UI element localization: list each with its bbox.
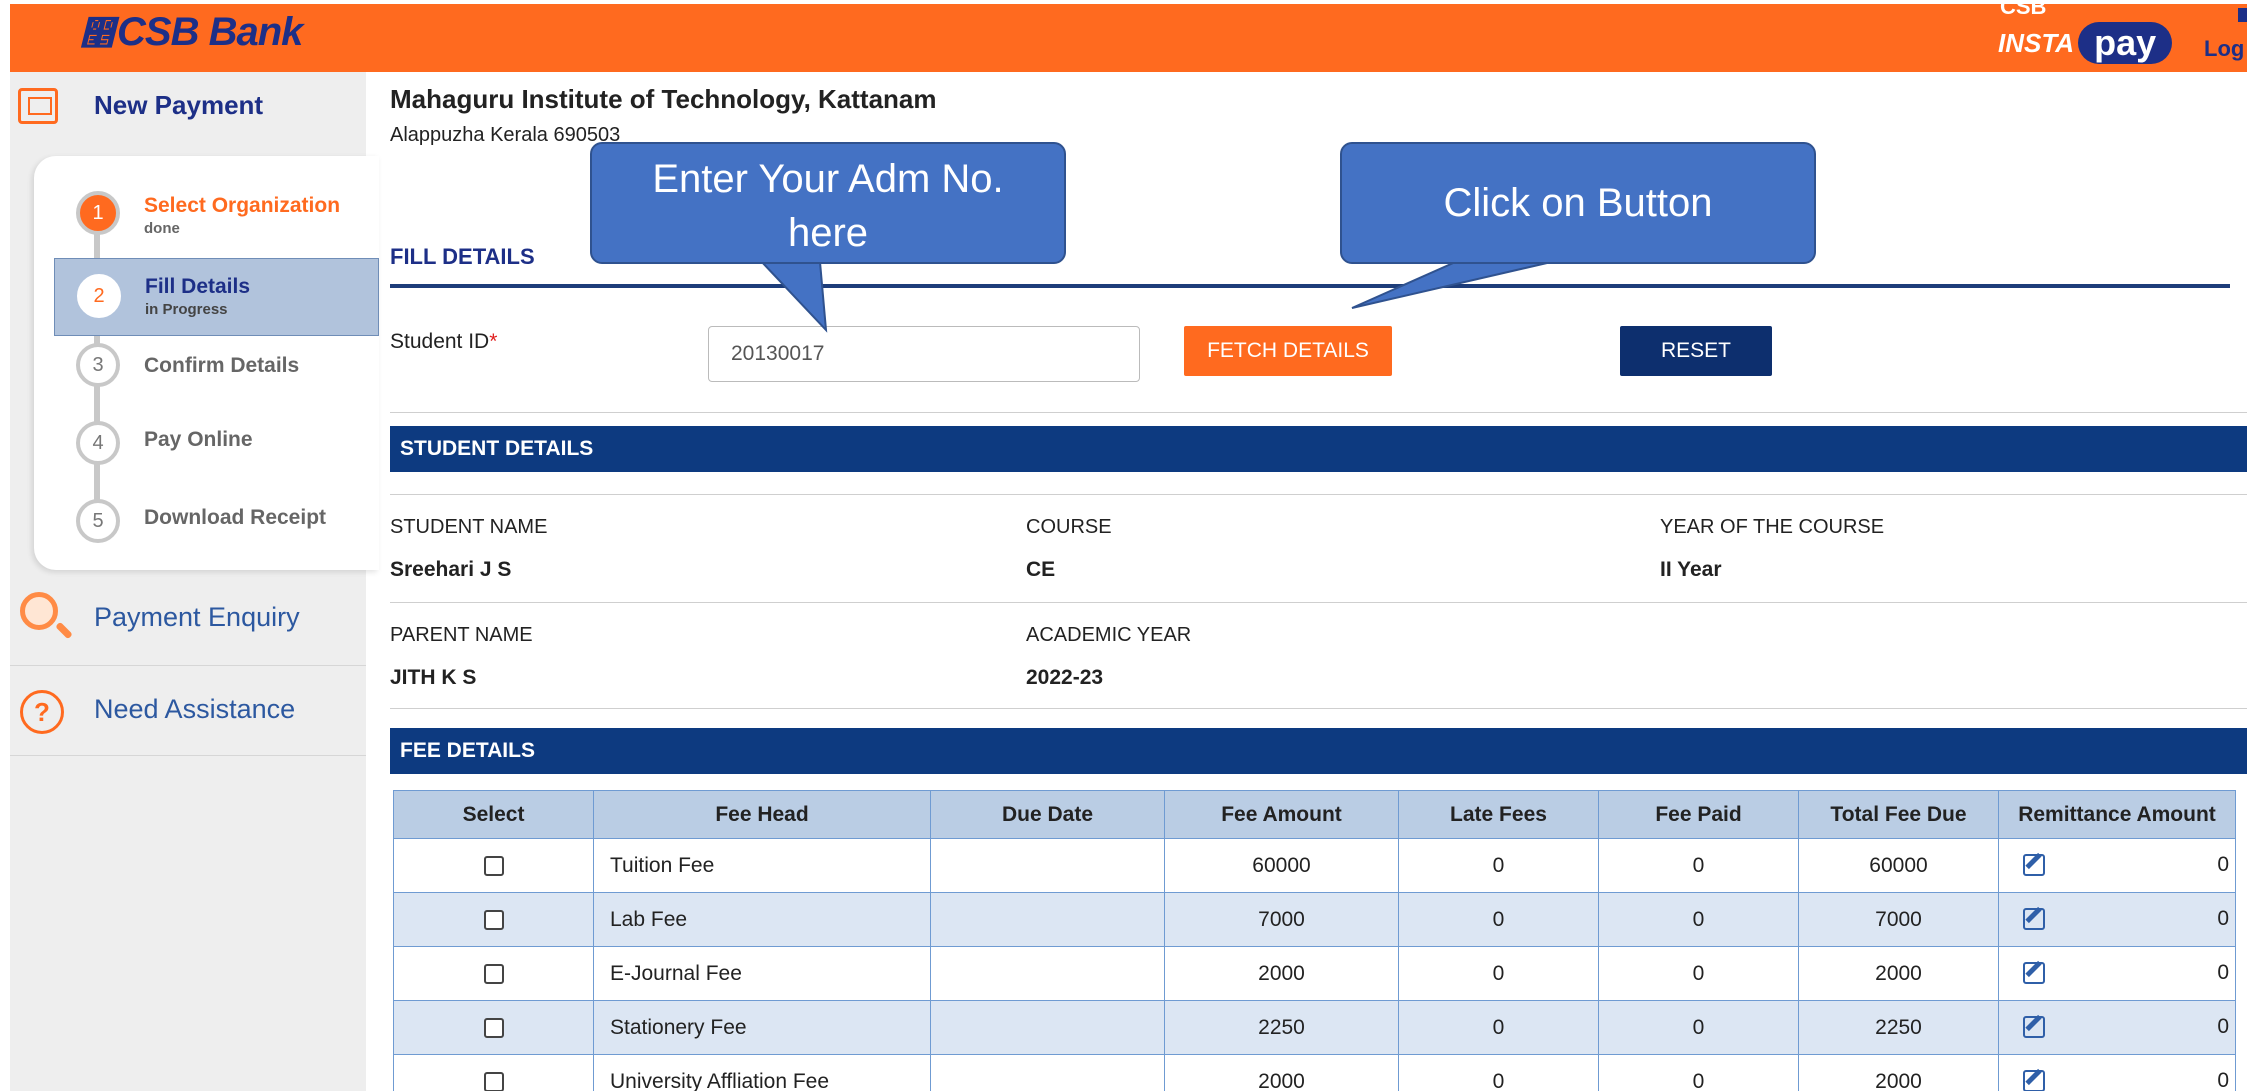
adm-callout-tail	[757, 258, 828, 333]
callout-tails	[757, 258, 1561, 333]
button-callout-tail	[1351, 259, 1561, 309]
adm-callout-line1: Enter Your Adm No.	[652, 157, 1004, 201]
adm-no-callout: Enter Your Adm No. here	[590, 142, 1066, 264]
click-button-callout: Click on Button	[1340, 142, 1816, 264]
adm-callout-line2: here	[787, 211, 869, 255]
